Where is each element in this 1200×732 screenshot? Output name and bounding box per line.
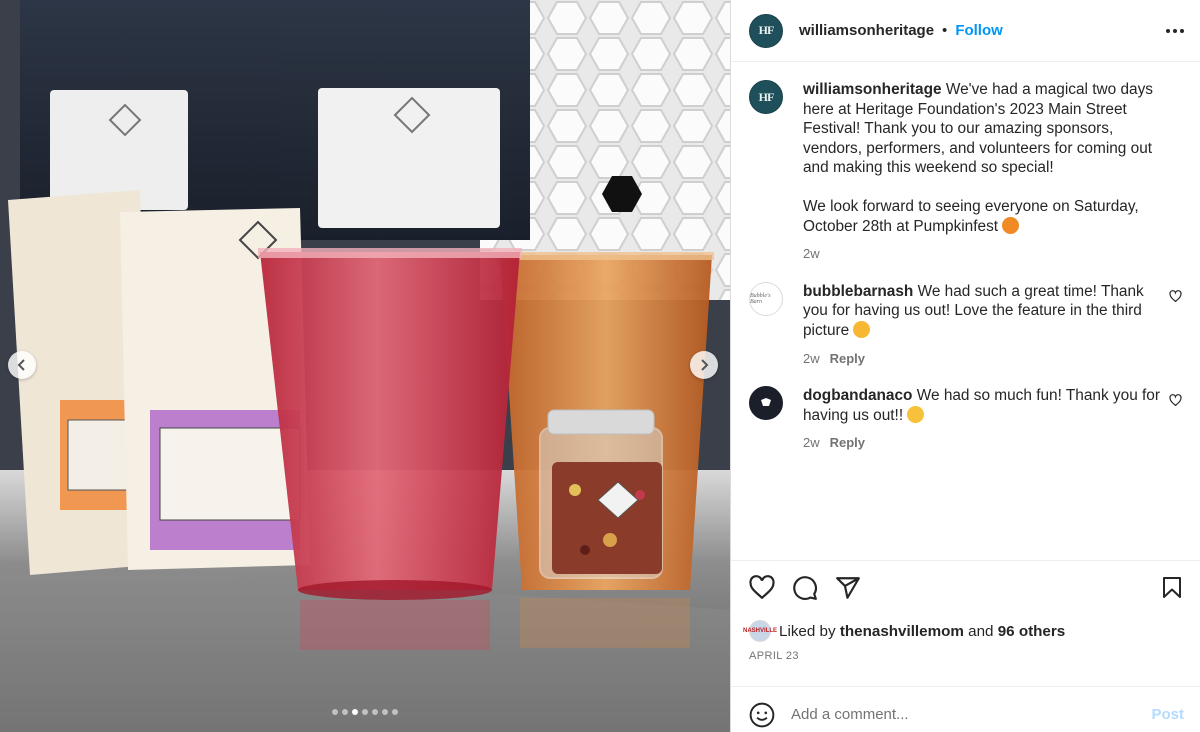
carousel-dot: [392, 709, 398, 715]
caption-avatar[interactable]: HF: [749, 80, 783, 114]
star-struck-icon: [907, 405, 925, 423]
post-photo: [0, 0, 730, 732]
share-icon[interactable]: [835, 575, 861, 601]
post-actions: NASHVILLE Liked by thenashvillemom and 9…: [731, 560, 1200, 732]
liker-avatar[interactable]: NASHVILLE: [743, 620, 777, 642]
post-header: HF williamsonheritage • Follow: [731, 0, 1200, 62]
caption: HF williamsonheritage We've had a magica…: [749, 80, 1182, 264]
likes-summary: NASHVILLE Liked by thenashvillemom and 9…: [743, 620, 1184, 642]
header-separator: •: [942, 22, 948, 39]
dog-logo-icon: [761, 398, 771, 407]
comment-like-heart-icon[interactable]: [1169, 394, 1182, 407]
likes-conjunction: and: [968, 622, 994, 640]
prev-arrow-icon: [17, 359, 25, 371]
next-arrow-icon: [701, 359, 709, 371]
carousel-dot: [382, 709, 388, 715]
post-sidebar: HF williamsonheritage • Follow HF willia…: [730, 0, 1200, 732]
commenter-avatar[interactable]: Bubble's Barn: [749, 281, 783, 316]
carousel-indicator: [0, 709, 730, 715]
bookmark-icon[interactable]: [1160, 576, 1184, 600]
comment-item: Bubble's Barn bubblebarnash We had such …: [749, 281, 1182, 369]
follow-button[interactable]: Follow: [955, 22, 1003, 39]
more-options-button[interactable]: [1166, 21, 1184, 41]
carousel-dot: [332, 709, 338, 715]
likes-others-link[interactable]: 96 others: [998, 623, 1066, 640]
reply-button[interactable]: Reply: [830, 349, 865, 369]
more-icon-dot: [1180, 28, 1184, 33]
comment-like-heart-icon[interactable]: [1169, 289, 1182, 303]
post-comment-button[interactable]: Post: [1151, 706, 1184, 723]
comment-input[interactable]: [791, 706, 1152, 723]
heart-icon[interactable]: [749, 575, 775, 601]
author-avatar[interactable]: HF: [749, 13, 783, 48]
next-photo-button[interactable]: [690, 351, 718, 379]
author-username[interactable]: williamsonheritage: [799, 22, 934, 39]
carousel-dot: [372, 709, 378, 715]
commenter-avatar[interactable]: [749, 386, 783, 421]
carousel-dot: [362, 709, 368, 715]
comment-username[interactable]: bubblebarnash: [803, 283, 913, 300]
more-icon: [1166, 28, 1170, 33]
comment-time[interactable]: 2w: [803, 433, 820, 453]
comment-icon[interactable]: [792, 575, 818, 601]
liker-username[interactable]: thenashvillemom: [840, 623, 964, 640]
smiling-face-with-hearts-icon: [853, 320, 871, 338]
caption-text-2: We look forward to seeing everyone on Sa…: [803, 197, 1139, 235]
caption-username[interactable]: williamsonheritage: [803, 81, 942, 98]
carousel-dot: [352, 709, 358, 715]
previous-photo-button[interactable]: [8, 351, 36, 379]
caption-time[interactable]: 2w: [803, 244, 820, 264]
reply-button[interactable]: Reply: [830, 433, 865, 453]
more-icon-dot: [1173, 28, 1177, 33]
comments-section: HF williamsonheritage We've had a magica…: [731, 62, 1200, 560]
add-comment-bar: Post: [731, 686, 1200, 732]
post-modal: HF williamsonheritage • Follow HF willia…: [0, 0, 1200, 732]
emoji-icon[interactable]: [749, 702, 775, 728]
post-date[interactable]: APRIL 23: [749, 650, 1184, 662]
comment-item: dogbandanaco We had so much fun! Thank y…: [749, 386, 1182, 453]
comment-time[interactable]: 2w: [803, 349, 820, 369]
carousel-dot: [342, 709, 348, 715]
likes-prefix: Liked by: [779, 622, 836, 640]
pumpkin-emoji-icon: [1002, 216, 1020, 234]
comment-username[interactable]: dogbandanaco: [803, 387, 912, 404]
tea-drinks-photo: [0, 0, 730, 732]
